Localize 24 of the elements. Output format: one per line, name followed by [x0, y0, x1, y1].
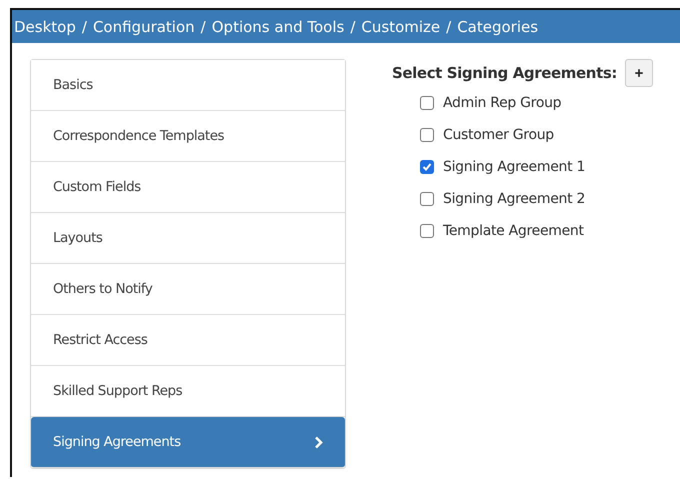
breadcrumb-separator: / [446, 18, 452, 36]
breadcrumb-link[interactable]: Desktop [14, 18, 76, 36]
checkbox-label: Signing Agreement 2 [443, 191, 586, 207]
add-button[interactable]: + [625, 59, 653, 87]
breadcrumb-link[interactable]: Configuration [92, 18, 195, 36]
checkbox-label: Customer Group [443, 127, 554, 143]
breadcrumb-link[interactable]: Categories [457, 18, 538, 36]
checkbox-label: Admin Rep Group [443, 95, 562, 111]
checkbox-label: Signing Agreement 1 [443, 159, 586, 175]
breadcrumb-separator: / [82, 18, 87, 36]
checkbox[interactable] [420, 192, 434, 206]
checkbox[interactable] [420, 224, 434, 238]
breadcrumb-link[interactable]: Options and Tools [212, 18, 344, 36]
breadcrumb-separator: / [350, 18, 356, 36]
sidebar-item[interactable]: Signing Agreements [31, 417, 345, 468]
checkbox[interactable] [420, 128, 434, 142]
breadcrumb-separator: / [200, 18, 206, 36]
checkbox-label: Template Agreement [443, 223, 584, 239]
section-title: Select Signing Agreements: [392, 64, 617, 82]
breadcrumb-link[interactable]: Customize [361, 18, 440, 36]
checkbox[interactable] [420, 160, 434, 174]
sidebar-item[interactable]: Basics [31, 60, 345, 111]
checkbox[interactable] [420, 96, 434, 110]
chevron-icon [314, 436, 323, 448]
